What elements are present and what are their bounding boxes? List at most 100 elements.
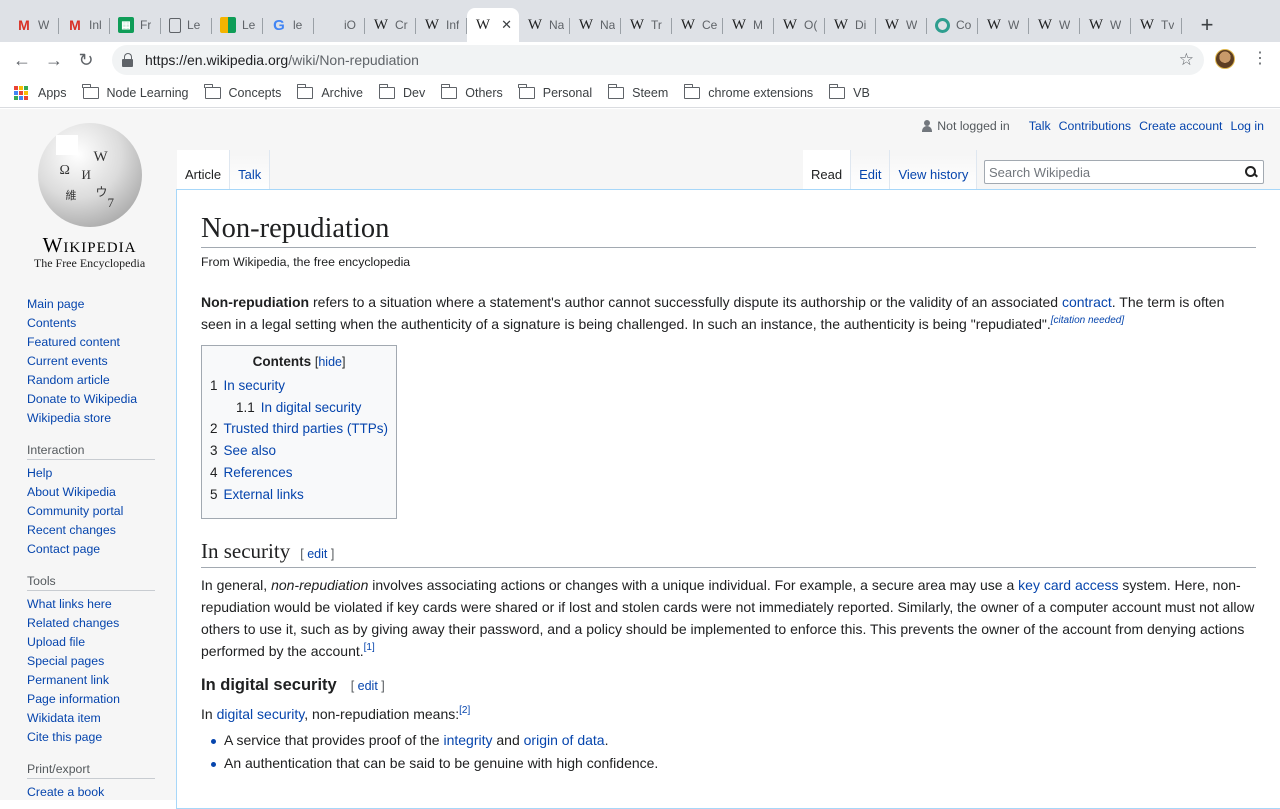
browser-tab[interactable]: Le [161, 8, 212, 42]
sidebar-link[interactable]: Wikidata item [27, 709, 155, 728]
sidebar-link[interactable]: Permanent link [27, 671, 155, 690]
browser-tab[interactable]: M Inl [59, 8, 110, 42]
browser-tab[interactable]: W Na [519, 8, 570, 42]
tab-article[interactable]: Article [177, 150, 231, 190]
edit-section-link[interactable]: edit [307, 547, 327, 561]
digital-security-paragraph: In digital security, non-repudiation mea… [201, 703, 1256, 725]
toc-hide-link[interactable]: hide [318, 355, 342, 369]
tab-view-history[interactable]: View history [890, 150, 978, 190]
toc-item[interactable]: 2 Trusted third parties (TTPs) [210, 418, 388, 440]
browser-tab[interactable]: Le [212, 8, 263, 42]
tab-edit[interactable]: Edit [851, 150, 891, 190]
browser-tab[interactable]: W Ce [672, 8, 723, 42]
sidebar-link[interactable]: Special pages [27, 652, 155, 671]
bookmark-item[interactable]: Apps [14, 85, 67, 100]
toc-item[interactable]: 1 In security [210, 375, 388, 397]
bookmark-item[interactable]: Steem [607, 83, 668, 100]
sidebar-link[interactable]: Contents [27, 314, 155, 333]
toc-item[interactable]: 5 External links [210, 484, 388, 506]
sidebar-link[interactable]: Main page [27, 295, 155, 314]
browser-tab[interactable]: W Tv [1131, 8, 1182, 42]
sidebar-link[interactable]: Donate to Wikipedia [27, 390, 155, 409]
browser-tab[interactable]: WW [1029, 8, 1080, 42]
bookmark-item[interactable]: VB [828, 83, 870, 100]
toc-item[interactable]: 4 References [210, 462, 388, 484]
digital-security-link[interactable]: digital security [217, 706, 305, 722]
personal-link[interactable]: Log in [1230, 119, 1264, 133]
search-icon[interactable] [1245, 166, 1257, 178]
tab-read[interactable]: Read [803, 150, 852, 190]
sidebar-link[interactable]: Wikipedia store [27, 409, 155, 428]
personal-link[interactable]: Contributions [1059, 119, 1131, 133]
new-tab-button[interactable]: + [1192, 8, 1222, 42]
key-card-access-link[interactable]: key card access [1018, 577, 1118, 593]
tab-title: W [1059, 18, 1071, 32]
reload-button[interactable]: ↻ [70, 44, 102, 76]
sidebar-link[interactable]: Random article [27, 371, 155, 390]
browser-tab[interactable]: W Inf [416, 8, 467, 42]
toc-item[interactable]: 3 See also [210, 440, 388, 462]
address-bar[interactable]: https://en.wikipedia.org/wiki/Non-repudi… [112, 45, 1204, 75]
back-button[interactable]: ← [6, 44, 38, 76]
bookmark-item[interactable]: Concepts [204, 83, 281, 100]
browser-tab[interactable]: iO [314, 8, 365, 42]
personal-link[interactable]: Create account [1139, 119, 1222, 133]
browser-tab[interactable]: WW [978, 8, 1029, 42]
integrity-link[interactable]: integrity [443, 732, 492, 748]
bookmark-item[interactable]: Archive [296, 83, 363, 100]
wikipedia-logo[interactable]: Ω W И 維 ウ 7 Wikipedia The Free Encyclope… [22, 123, 157, 271]
browser-tab[interactable]: W O( [774, 8, 825, 42]
sidebar-link[interactable]: What links here [27, 595, 155, 614]
reference-link[interactable]: [2] [459, 705, 470, 716]
sidebar-link[interactable]: Recent changes [27, 521, 155, 540]
browser-tab[interactable]: W Tr [621, 8, 672, 42]
sidebar-link[interactable]: Page information [27, 690, 155, 709]
origin-of-data-link[interactable]: origin of data [524, 732, 605, 748]
sidebar-link[interactable]: About Wikipedia [27, 483, 155, 502]
view-tabs: Read Edit View history [803, 150, 978, 190]
bookmark-item[interactable]: chrome extensions [683, 83, 813, 100]
edit-section-link[interactable]: edit [358, 679, 378, 693]
browser-tab[interactable]: W Na [570, 8, 621, 42]
toc-item[interactable]: 1.1 In digital security [210, 397, 388, 418]
tab-talk[interactable]: Talk [230, 150, 271, 190]
security-paragraph: In general, non-repudiation involves ass… [201, 574, 1256, 662]
browser-tab[interactable]: W ✕ [467, 8, 519, 42]
browser-tab[interactable]: ▦ Fr [110, 8, 161, 42]
profile-avatar[interactable] [1215, 49, 1235, 69]
bookmark-item[interactable]: Personal [518, 83, 592, 100]
browser-tab[interactable]: WM [723, 8, 774, 42]
close-icon[interactable]: ✕ [501, 17, 512, 33]
browser-menu-icon[interactable]: ⋮ [1252, 48, 1268, 68]
browser-tab[interactable]: W Cr [365, 8, 416, 42]
citation-needed-link[interactable]: [citation needed] [1051, 315, 1124, 326]
section-heading-text: In security [201, 539, 291, 564]
sidebar-link[interactable]: Related changes [27, 614, 155, 633]
sidebar-link[interactable]: Featured content [27, 333, 155, 352]
bookmark-star-icon[interactable]: ☆ [1179, 50, 1194, 70]
sidebar-link[interactable]: Current events [27, 352, 155, 371]
sidebar-link[interactable]: Create a book [27, 783, 155, 802]
browser-tab[interactable]: W Di [825, 8, 876, 42]
personal-link[interactable]: Talk [1029, 119, 1051, 133]
contract-link[interactable]: contract [1062, 294, 1112, 310]
sidebar-link[interactable]: Upload file [27, 633, 155, 652]
bookmark-item[interactable]: Dev [378, 83, 425, 100]
browser-tab[interactable]: Co [927, 8, 978, 42]
browser-tab[interactable]: MW [8, 8, 59, 42]
forward-button[interactable]: → [38, 44, 70, 76]
browser-tab[interactable]: Gle [263, 8, 314, 42]
sidebar-link[interactable]: Community portal [27, 502, 155, 521]
search-box[interactable] [984, 160, 1264, 184]
sidebar-link[interactable]: Cite this page [27, 728, 155, 747]
bookmark-item[interactable]: Node Learning [82, 83, 189, 100]
globe-icon [935, 17, 950, 33]
search-input[interactable] [989, 164, 1239, 180]
browser-tab[interactable]: WW [1080, 8, 1131, 42]
reference-link[interactable]: [1] [364, 642, 375, 653]
sidebar-link[interactable]: Contact page [27, 540, 155, 559]
sidebar-link[interactable]: Help [27, 464, 155, 483]
browser-tab[interactable]: WW [876, 8, 927, 42]
bookmark-item[interactable]: Others [440, 83, 503, 100]
lead-paragraph: Non-repudiation refers to a situation wh… [201, 291, 1256, 335]
